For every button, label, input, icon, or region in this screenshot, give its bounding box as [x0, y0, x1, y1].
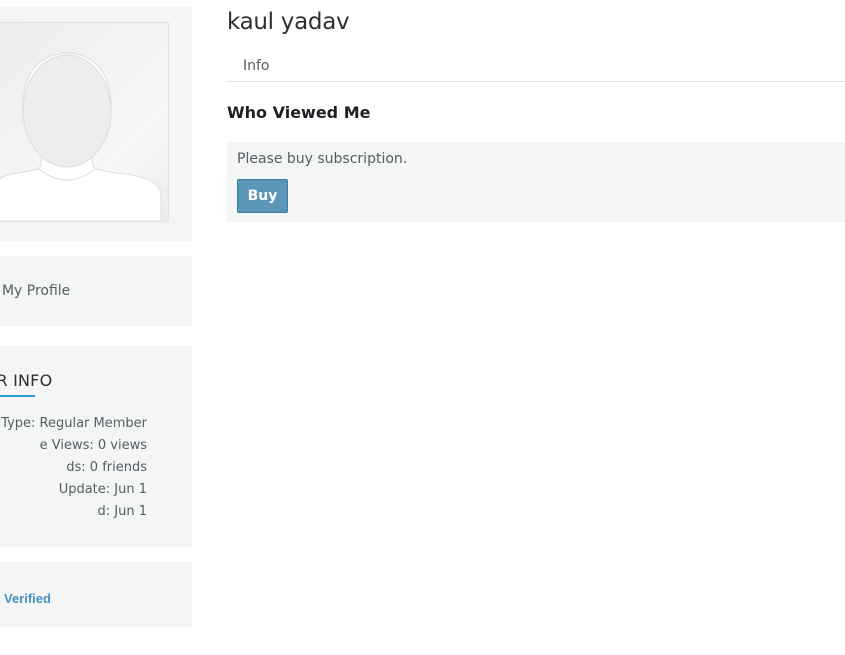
member-info-list: e Type: Regular Member e Views: 0 views …	[0, 416, 192, 526]
notice-text: Please buy subscription.	[237, 151, 408, 167]
avatar	[0, 22, 169, 222]
profile-photo-panel	[0, 7, 192, 241]
edit-profile-panel: t My Profile	[0, 256, 192, 326]
avatar-silhouette-icon	[0, 52, 162, 221]
info-row-joined: d: Jun 1	[97, 504, 147, 519]
section-title: Who Viewed Me	[227, 103, 371, 122]
verified-badge: Verified	[4, 591, 51, 606]
member-info-panel: BER INFO e Type: Regular Member e Views:…	[0, 346, 192, 547]
profile-tabs: Info	[227, 50, 845, 82]
info-row-profile-views: e Views: 0 views	[39, 438, 147, 453]
verification-panel: Verified	[0, 562, 192, 627]
tab-info[interactable]: Info	[243, 58, 270, 74]
edit-my-profile-link[interactable]: t My Profile	[0, 283, 70, 299]
profile-name: kaul yadav	[227, 9, 350, 35]
subscription-notice: Please buy subscription. Buy	[227, 142, 845, 222]
info-row-last-update: Update: Jun 1	[58, 482, 147, 497]
member-info-heading: BER INFO	[0, 371, 53, 390]
heading-underline	[0, 395, 35, 397]
buy-button[interactable]: Buy	[237, 179, 288, 213]
info-row-friends: ds: 0 friends	[66, 460, 147, 475]
info-row-profile-type: e Type: Regular Member	[0, 416, 147, 431]
